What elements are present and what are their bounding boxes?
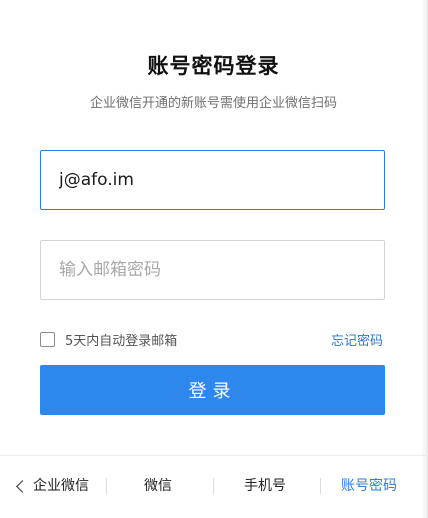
tab-wechat[interactable]: 微信 bbox=[144, 468, 172, 504]
tab-phone[interactable]: 手机号 bbox=[244, 468, 286, 504]
password-input[interactable] bbox=[41, 241, 384, 299]
password-field-wrapper bbox=[40, 240, 385, 300]
tab-separator bbox=[106, 478, 107, 494]
chevron-left-icon bbox=[16, 479, 29, 493]
forgot-password-link[interactable]: 忘记密码 bbox=[331, 330, 383, 349]
tab-enterprise-wechat-label: 企业微信 bbox=[33, 478, 89, 494]
tab-enterprise-wechat[interactable]: 企业微信 bbox=[14, 468, 89, 504]
page-subtitle: 企业微信开通的新账号需使用企业微信扫码 bbox=[89, 96, 337, 111]
page-title: 账号密码登录 bbox=[147, 54, 280, 78]
remember-label[interactable]: 5天内自动登录邮箱 bbox=[65, 330, 177, 349]
email-field-wrapper bbox=[40, 150, 385, 210]
remember-checkbox[interactable] bbox=[40, 332, 55, 347]
login-button[interactable]: 登录 bbox=[40, 365, 385, 415]
tab-separator bbox=[320, 478, 321, 494]
remember-me: 5天内自动登录邮箱 bbox=[40, 330, 177, 349]
email-input[interactable] bbox=[41, 151, 384, 209]
login-method-tabs: 企业微信 微信 手机号 账号密码 bbox=[0, 468, 428, 504]
tab-separator bbox=[213, 478, 214, 494]
tabs-divider bbox=[0, 455, 428, 456]
tab-account-password[interactable]: 账号密码 bbox=[341, 468, 397, 504]
login-panel: 账号密码登录 企业微信开通的新账号需使用企业微信扫码 5天内自动登录邮箱 忘记密… bbox=[0, 0, 428, 518]
